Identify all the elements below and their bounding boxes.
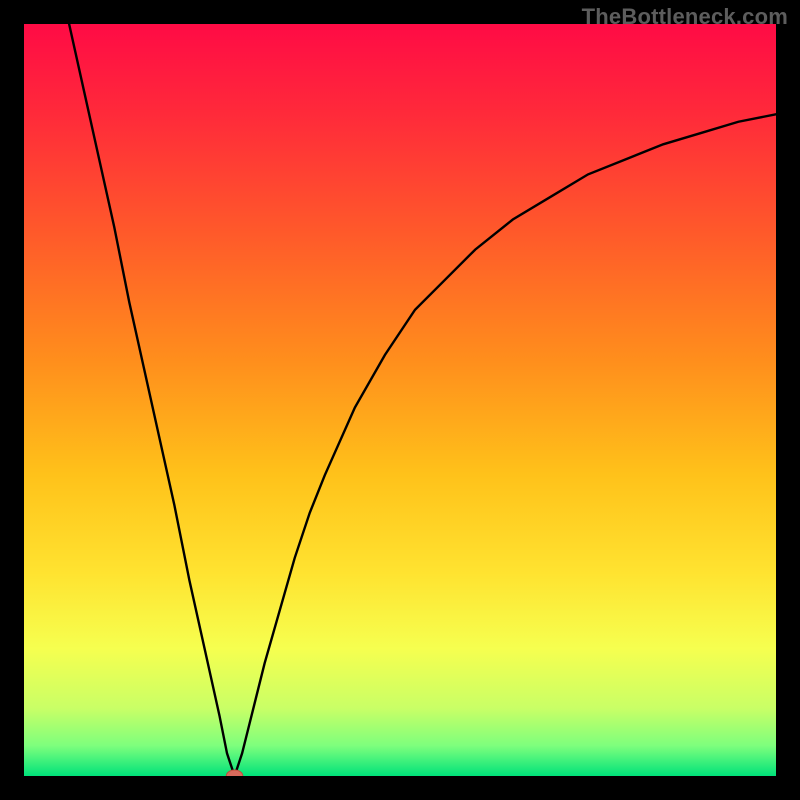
watermark-text: TheBottleneck.com <box>582 4 788 30</box>
chart-frame <box>24 24 776 776</box>
bottleneck-chart <box>24 24 776 776</box>
gradient-background <box>24 24 776 776</box>
